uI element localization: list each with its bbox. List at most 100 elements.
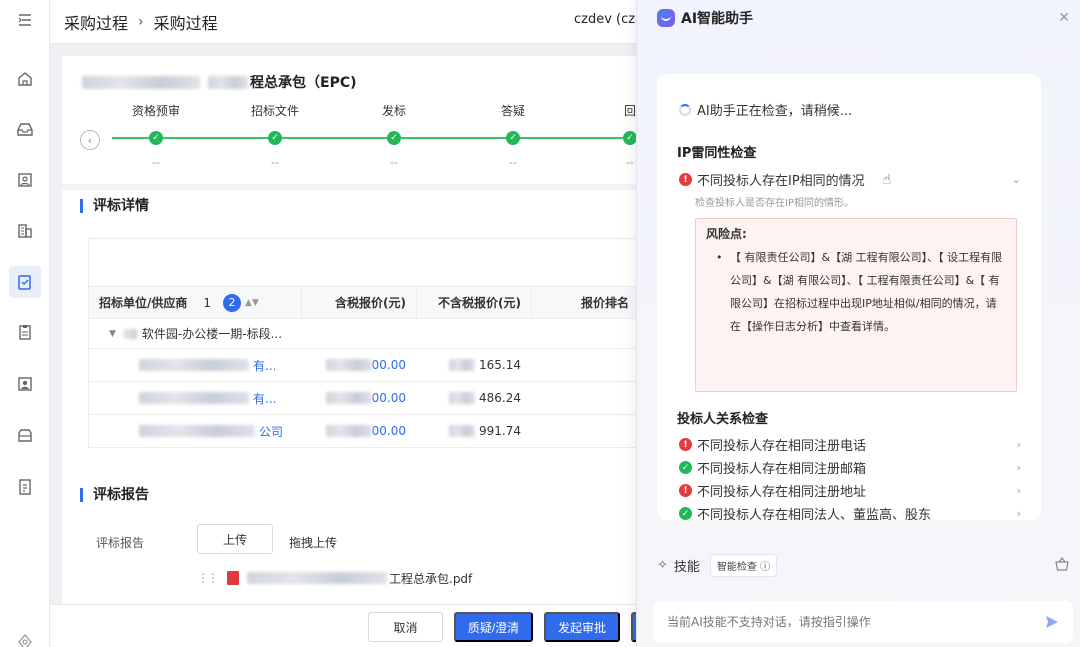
error-icon: !: [679, 173, 692, 186]
sort-icon[interactable]: ▲▼: [245, 298, 259, 308]
tax-price: 00.00: [371, 391, 406, 405]
top-header: 采购过程 › 采购过程 czdev (czd: [50, 0, 643, 44]
action-footer: 取消 质疑/澄清 发起审批: [50, 604, 651, 647]
redacted-text: [82, 75, 200, 89]
uploaded-file[interactable]: ⋮⋮ 工程总承包.pdf: [197, 563, 640, 593]
chevron-right-icon[interactable]: ›: [1017, 507, 1021, 520]
collapse-arrow-icon[interactable]: ▼: [109, 329, 116, 339]
skill-pill[interactable]: 智能检查 ⓘ: [709, 553, 778, 577]
step-label[interactable]: 资格预审: [132, 102, 180, 119]
contact-icon[interactable]: [9, 164, 41, 196]
supplier-name[interactable]: 公司: [259, 423, 283, 440]
step-complete-icon: ✓: [387, 131, 401, 145]
table-row[interactable]: 有... 00.00 165.14: [89, 349, 639, 382]
file-name[interactable]: 工程总承包.pdf: [389, 570, 472, 587]
building-icon[interactable]: [9, 215, 41, 247]
breadcrumb-item[interactable]: 采购过程: [64, 10, 128, 34]
step-label[interactable]: 回: [624, 102, 636, 119]
table-toolbar: [89, 239, 639, 287]
sort-badge[interactable]: 2: [223, 293, 242, 312]
redacted-text: [123, 328, 138, 339]
risk-box: 风险点: 【 有限责任公司】&【湖 工程有限公司】、【 设工程有限公司】&【湖 …: [695, 218, 1017, 392]
user-name[interactable]: czdev (czd: [574, 12, 643, 27]
tax-price: 00.00: [371, 424, 406, 438]
tax-price: 00.00: [371, 358, 406, 372]
skills-label[interactable]: 技能: [674, 556, 700, 575]
procurement-icon[interactable]: [9, 266, 41, 298]
evaluation-section-title: 评标详情: [80, 199, 149, 213]
redacted-text: [449, 359, 475, 371]
step-label[interactable]: 发标: [382, 102, 406, 119]
magic-wand-icon: ✧: [657, 557, 668, 573]
ai-assistant-panel: AI智能助手 ✕ AI助手正在检查，请稍候... IP雷同性检查 ! 不同投标人…: [636, 0, 1080, 647]
home-icon[interactable]: [9, 63, 41, 95]
ip-check-item[interactable]: ! 不同投标人存在IP相同的情况 ☝ ⌄: [679, 170, 1021, 189]
ai-chat-input[interactable]: [653, 601, 1073, 643]
inbox-icon[interactable]: [9, 113, 41, 145]
breadcrumb-current: 采购过程: [153, 13, 218, 33]
send-icon[interactable]: [1044, 614, 1060, 634]
ai-panel-header: AI智能助手: [657, 8, 753, 28]
redacted-text: [139, 425, 255, 437]
section-divider: [62, 184, 640, 190]
risk-text: 【 有限责任公司】&【湖 工程有限公司】、【 设工程有限公司】&【湖 有限公司】…: [706, 246, 1006, 338]
steps-prev-button[interactable]: ‹: [80, 130, 100, 150]
supplier-name[interactable]: 有...: [253, 390, 276, 407]
evaluation-table: 招标单位/供应商 1 2 ▲▼ 含税报价(元) 不含税报价(元) 报价排名 ▼ …: [88, 238, 640, 448]
relation-check-title: 投标人关系检查: [677, 412, 769, 427]
person-card-icon[interactable]: [9, 368, 41, 400]
document-icon[interactable]: [9, 471, 41, 503]
chevron-down-icon[interactable]: ⌄: [1012, 173, 1021, 186]
settings-icon[interactable]: [9, 626, 41, 647]
column-header-supplier[interactable]: 招标单位/供应商 1 2 ▲▼: [89, 287, 301, 318]
relation-check-item[interactable]: ✓ 不同投标人存在相同法人、董监高、股东 ›: [679, 504, 1021, 520]
redacted-text: [449, 392, 475, 404]
pointer-cursor-icon: ☝: [882, 171, 892, 188]
drag-upload-label[interactable]: 拖拽上传: [289, 534, 337, 551]
sort-index: 1: [203, 295, 212, 310]
chevron-right-icon[interactable]: ›: [1017, 438, 1021, 451]
step-value: --: [509, 156, 517, 169]
table-row[interactable]: 公司 00.00 991.74: [89, 415, 639, 448]
ai-status: AI助手正在检查，请稍候...: [679, 100, 852, 119]
step-label[interactable]: 招标文件: [251, 102, 299, 119]
column-header-notax-price[interactable]: 不含税报价(元): [416, 287, 531, 318]
collapse-menu-icon[interactable]: [9, 4, 41, 36]
process-steps: ‹ 资格预审 招标文件 发标 答疑 回 ✓ ✓ ✓ ✓ ✓ -- -- -- -…: [62, 98, 640, 178]
submit-approval-button[interactable]: 发起审批: [544, 612, 620, 642]
step-value: --: [390, 156, 398, 169]
redacted-text: [247, 572, 387, 584]
column-header-tax-price[interactable]: 含税报价(元): [301, 287, 416, 318]
column-header-rank[interactable]: 报价排名: [531, 287, 639, 318]
storage-icon[interactable]: [9, 419, 41, 451]
risk-title: 风险点:: [706, 227, 747, 241]
relation-check-item[interactable]: ! 不同投标人存在相同注册地址 ›: [679, 481, 1021, 500]
table-row[interactable]: 有... 00.00 486.24: [89, 382, 639, 415]
step-complete-icon: ✓: [506, 131, 520, 145]
table-group-row[interactable]: ▼ 软件园-办公楼一期-标段...: [89, 319, 639, 349]
left-nav-rail: [0, 0, 50, 647]
notax-price: 486.24: [479, 391, 521, 405]
clipboard-icon[interactable]: [9, 316, 41, 348]
help-icon[interactable]: ⓘ: [760, 562, 770, 573]
group-label: 软件园-办公楼一期-标段...: [141, 327, 283, 341]
basket-icon[interactable]: [1054, 556, 1070, 576]
drag-handle-icon[interactable]: ⋮⋮: [197, 571, 219, 585]
steps-progress-line: [112, 137, 640, 139]
chevron-right-icon[interactable]: ›: [1017, 484, 1021, 497]
close-icon[interactable]: ✕: [1058, 10, 1070, 26]
cancel-button[interactable]: 取消: [368, 612, 443, 642]
supplier-name[interactable]: 有...: [253, 357, 276, 374]
clarify-button[interactable]: 质疑/澄清: [454, 612, 533, 642]
ai-result-card: AI助手正在检查，请稍候... IP雷同性检查 ! 不同投标人存在IP相同的情况…: [657, 74, 1041, 520]
chevron-right-icon[interactable]: ›: [1017, 461, 1021, 474]
upload-button[interactable]: 上传: [197, 524, 273, 554]
notax-price: 991.74: [479, 424, 521, 438]
pdf-icon: [227, 571, 239, 585]
step-label[interactable]: 答疑: [501, 102, 525, 119]
relation-check-item[interactable]: ! 不同投标人存在相同注册电话 ›: [679, 435, 1021, 454]
error-icon: !: [679, 484, 692, 497]
relation-check-item[interactable]: ✓ 不同投标人存在相同注册邮箱 ›: [679, 458, 1021, 477]
report-field-label: 评标报告: [96, 536, 145, 550]
ai-panel-title: AI智能助手: [681, 11, 754, 27]
